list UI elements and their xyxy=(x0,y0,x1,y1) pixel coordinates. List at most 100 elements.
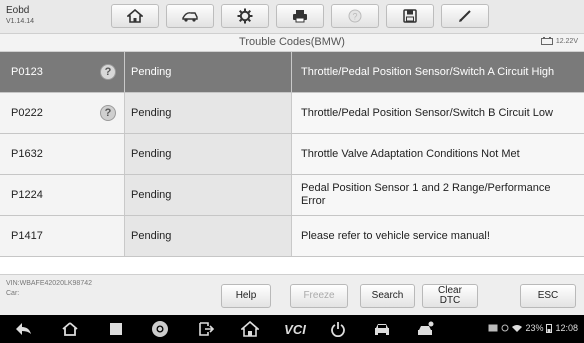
notification-icon xyxy=(501,324,509,332)
dtc-code: P0222 xyxy=(11,107,43,119)
maxisys-home-button[interactable] xyxy=(240,319,260,339)
system-navigation-bar: VCI 23% 12:08 xyxy=(0,315,584,343)
description-cell: Throttle Valve Adaptation Conditions Not… xyxy=(292,134,584,174)
edit-button[interactable] xyxy=(441,4,489,28)
help-button-toolbar[interactable]: ? xyxy=(331,4,379,28)
vehicle-swap-icon xyxy=(182,12,198,22)
dtc-code: P1417 xyxy=(11,230,43,242)
car-text: Car: xyxy=(6,290,20,297)
dtc-code: P1632 xyxy=(11,148,43,160)
svg-text:?: ? xyxy=(352,12,357,22)
dtc-status: Pending xyxy=(131,148,172,160)
dtc-status: Pending xyxy=(131,107,172,119)
car-battery-icon xyxy=(540,37,553,45)
dtc-description: Throttle/Pedal Position Sensor/Switch A … xyxy=(301,65,555,78)
power-button[interactable] xyxy=(328,319,348,339)
car-button[interactable] xyxy=(372,319,392,339)
table-row[interactable]: P1632 Pending Throttle Valve Adaptation … xyxy=(0,134,584,175)
battery-icon xyxy=(546,324,553,333)
vci-label: VCI xyxy=(284,321,306,337)
voltage-indicator: 12.22V xyxy=(540,37,578,45)
status-cell: Pending xyxy=(125,175,292,215)
nav-home-button[interactable] xyxy=(60,319,80,339)
screen-cast-icon xyxy=(488,324,498,332)
table-row[interactable]: P1417 Pending Please refer to vehicle se… xyxy=(0,216,584,257)
settings-button[interactable] xyxy=(221,4,269,28)
help-question-icon[interactable]: ? xyxy=(100,105,116,121)
vin-text: VIN:WBAFE42020LK98742 xyxy=(6,280,92,287)
dtc-description: Pedal Position Sensor 1 and 2 Range/Perf… xyxy=(301,182,551,207)
back-arrow-icon xyxy=(16,323,31,335)
code-cell: P1224 xyxy=(0,175,125,215)
vci-button[interactable]: VCI xyxy=(282,319,308,339)
car-icon xyxy=(375,324,389,335)
browser-button[interactable] xyxy=(150,319,170,339)
dtc-status: Pending xyxy=(131,230,172,242)
clock: 12:08 xyxy=(555,323,578,333)
chrome-icon xyxy=(152,321,168,337)
exit-arrow-icon xyxy=(199,322,215,336)
dtc-code: P1224 xyxy=(11,189,43,201)
vehicle-swap-button[interactable] xyxy=(166,4,214,28)
power-icon xyxy=(331,322,345,337)
app-version: V1.14.14 xyxy=(6,18,35,25)
app-name: Eobd xyxy=(6,5,30,16)
page-title: Trouble Codes(BMW) xyxy=(239,36,345,48)
dtc-status: Pending xyxy=(131,189,172,201)
wifi-icon xyxy=(512,325,523,332)
back-button[interactable] xyxy=(14,319,34,339)
function-footer: VIN:WBAFE42020LK98742 Car: Help Freeze S… xyxy=(0,274,584,315)
clear-dtc-label-line2: DTC xyxy=(439,295,461,306)
status-area: 23% 12:08 xyxy=(488,323,578,333)
trouble-code-list: P0123 ? Pending Throttle/Pedal Position … xyxy=(0,52,584,257)
sub-header: Trouble Codes(BMW) 12.22V xyxy=(0,34,584,52)
home-button[interactable] xyxy=(111,4,159,28)
home-icon xyxy=(127,9,143,23)
esc-button[interactable]: ESC xyxy=(520,284,576,308)
status-cell: Pending xyxy=(125,93,292,133)
dtc-description: Throttle Valve Adaptation Conditions Not… xyxy=(301,147,520,160)
help-icon: ? xyxy=(348,9,362,23)
freeze-button[interactable]: Freeze xyxy=(290,284,348,308)
help-question-icon[interactable]: ? xyxy=(100,64,116,80)
voltage-value: 12.22V xyxy=(555,37,578,45)
code-cell: P0123 ? xyxy=(0,52,125,92)
save-icon xyxy=(403,9,417,23)
battery-percent: 23% xyxy=(525,323,544,333)
status-cell: Pending xyxy=(125,52,292,92)
description-cell: Please refer to vehicle service manual! xyxy=(292,216,584,256)
code-cell: P1417 xyxy=(0,216,125,256)
save-button[interactable] xyxy=(386,4,434,28)
edit-pen-icon xyxy=(459,10,471,22)
search-button[interactable]: Search xyxy=(360,284,415,308)
description-cell: Pedal Position Sensor 1 and 2 Range/Perf… xyxy=(292,175,584,215)
remote-desk-button[interactable] xyxy=(196,319,216,339)
status-cell: Pending xyxy=(125,216,292,256)
vehicle-info: VIN:WBAFE42020LK98742 Car: xyxy=(6,279,92,299)
print-icon xyxy=(293,10,307,23)
print-button[interactable] xyxy=(276,4,324,28)
dtc-description: Throttle/Pedal Position Sensor/Switch B … xyxy=(301,106,553,119)
help-button[interactable]: Help xyxy=(221,284,271,308)
home-icon xyxy=(241,321,259,337)
dtc-status: Pending xyxy=(131,66,172,78)
description-cell: Throttle/Pedal Position Sensor/Switch B … xyxy=(292,93,584,133)
description-cell: Throttle/Pedal Position Sensor/Switch A … xyxy=(292,52,584,92)
dtc-description: Please refer to vehicle service manual! xyxy=(301,229,490,242)
settings-gear-icon xyxy=(237,8,253,24)
table-row[interactable]: P1224 Pending Pedal Position Sensor 1 an… xyxy=(0,175,584,216)
app-title: Eobd V1.14.14 xyxy=(6,5,34,27)
home-outline-icon xyxy=(62,322,78,336)
table-row[interactable]: P0222 ? Pending Throttle/Pedal Position … xyxy=(0,93,584,134)
dtc-code: P0123 xyxy=(11,66,43,78)
top-toolbar: Eobd V1.14.14 ? xyxy=(0,0,584,34)
table-row[interactable]: P0123 ? Pending Throttle/Pedal Position … xyxy=(0,52,584,93)
clear-dtc-button[interactable]: Clear DTC xyxy=(422,284,478,308)
status-cell: Pending xyxy=(125,134,292,174)
recent-apps-button[interactable] xyxy=(106,319,126,339)
code-cell: P1632 xyxy=(0,134,125,174)
code-cell: P0222 ? xyxy=(0,93,125,133)
service-button[interactable] xyxy=(416,319,436,339)
recent-apps-icon xyxy=(110,323,122,335)
car-service-icon xyxy=(418,321,434,335)
